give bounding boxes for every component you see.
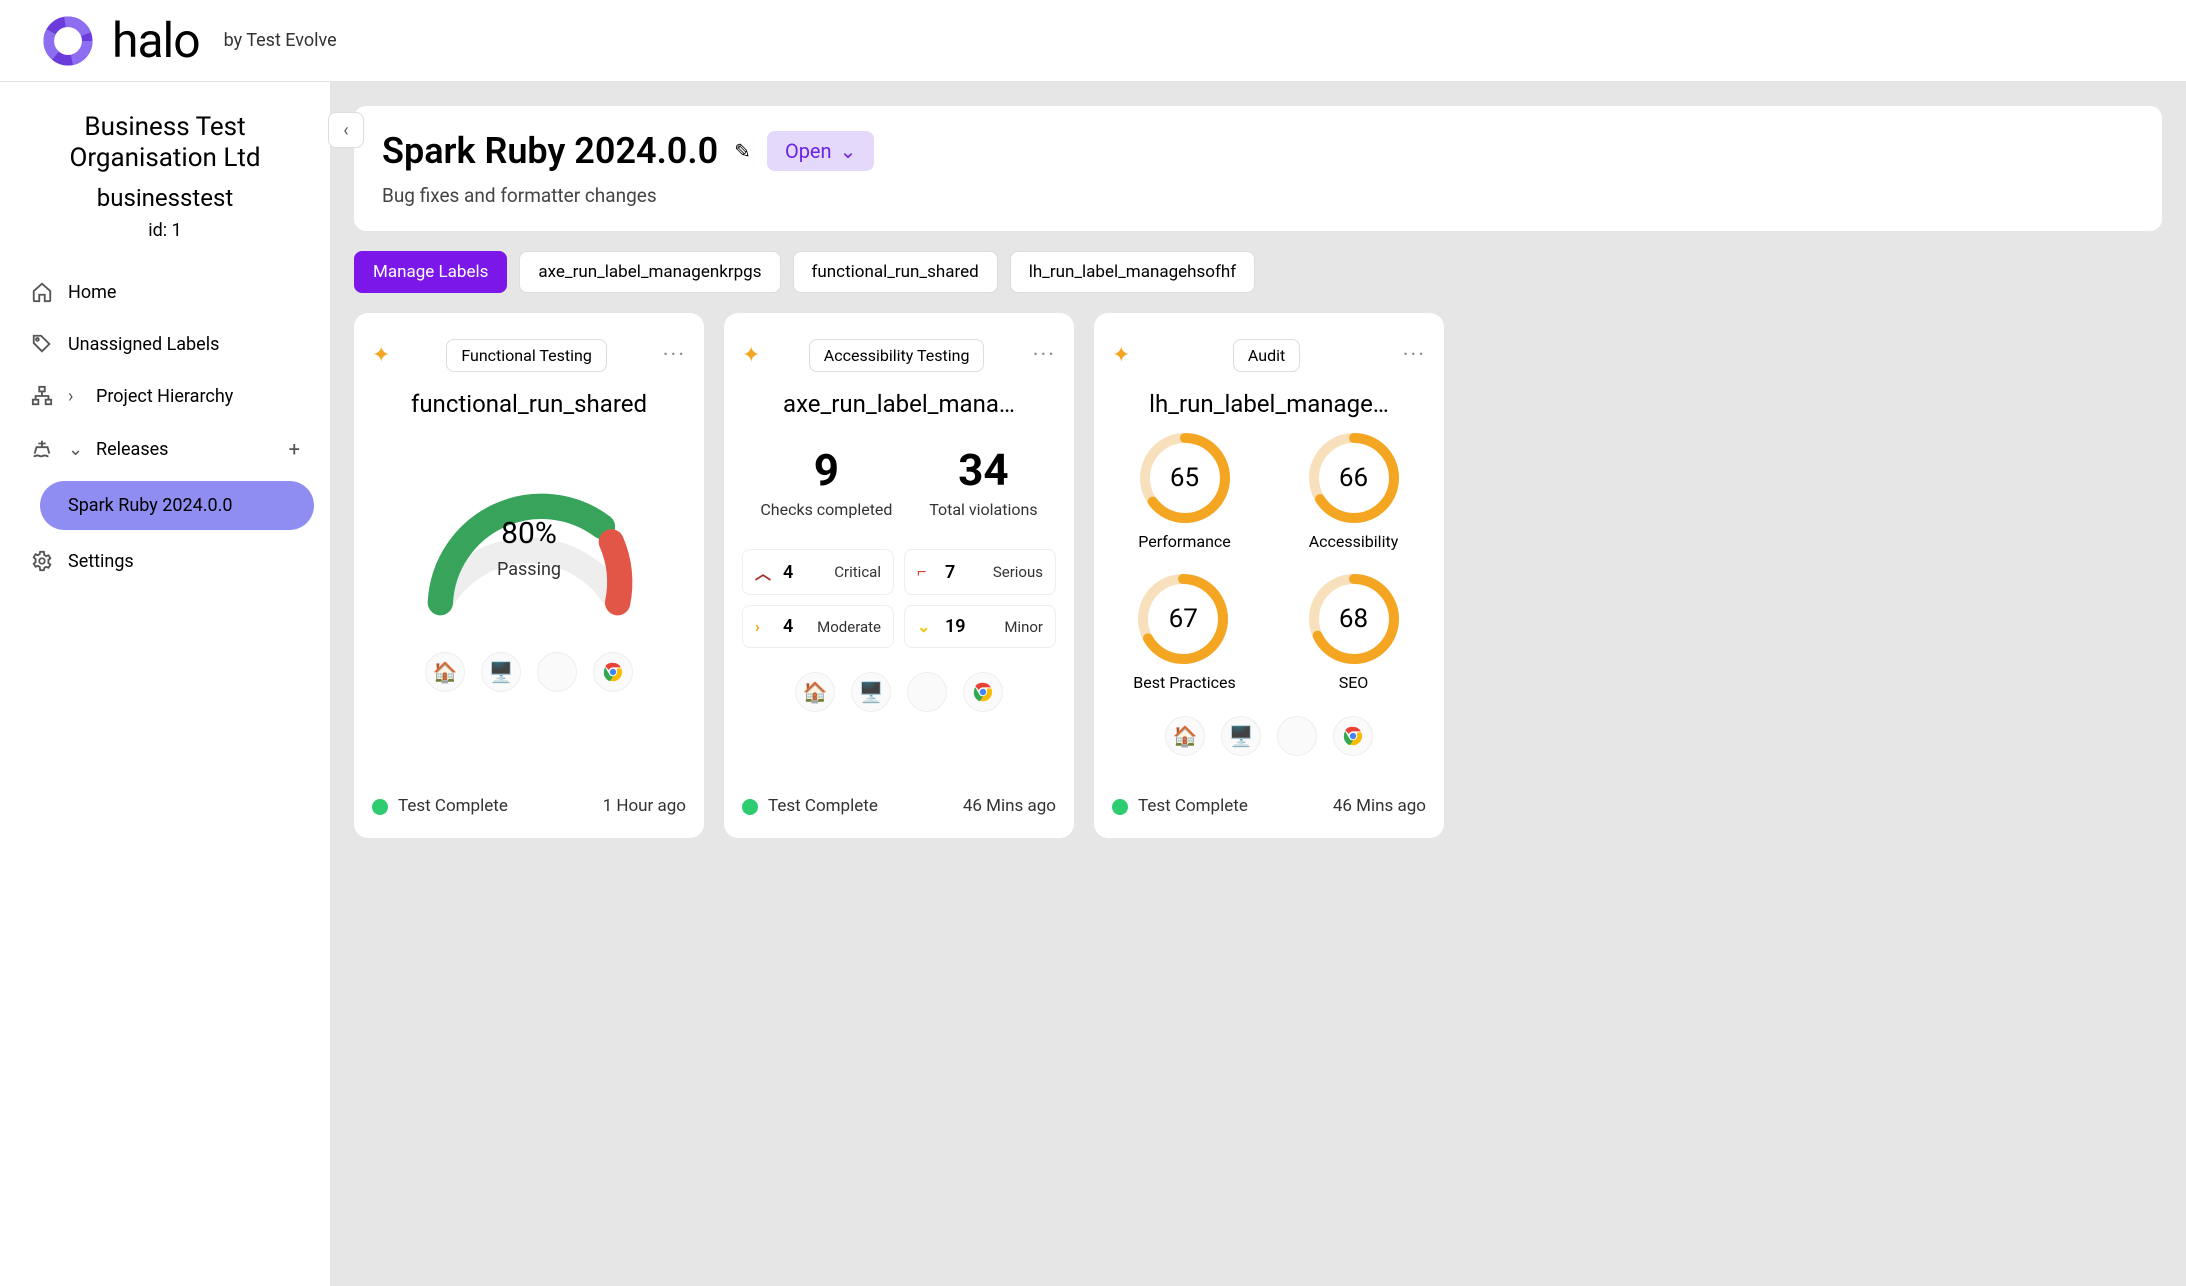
edit-icon[interactable]: ✎ [734, 139, 751, 163]
org-slug: businesstest [16, 184, 314, 212]
nav-unassigned[interactable]: Unassigned Labels [16, 323, 314, 365]
sev-moderate: › 4 Moderate [742, 605, 894, 648]
card-audit[interactable]: ✦ Audit ··· lh_run_label_manage… 65 Perf… [1094, 313, 1444, 838]
chevron-right-icon: › [68, 386, 82, 407]
add-release-button[interactable]: + [289, 437, 300, 461]
logo-wordmark: halo [112, 12, 200, 69]
device-row: 🏠 🖥️ [1112, 716, 1426, 756]
brand-byline: by Test Evolve [224, 30, 337, 51]
sparkle-icon: ✦ [1112, 343, 1130, 368]
sidebar: Business Test Organisation Ltd businesst… [0, 82, 330, 1286]
stat-violations: 34 Total violations [929, 444, 1037, 519]
chrome-icon [963, 672, 1003, 712]
nav-settings[interactable]: Settings [16, 540, 314, 582]
sev-critical: ︿ 4 Critical [742, 549, 894, 595]
label-chip-bar: Manage Labels axe_run_label_managenkrpgs… [354, 251, 2162, 293]
pass-gauge: 80% Passing [399, 438, 659, 628]
device-row: 🏠 🖥️ [372, 652, 686, 692]
card-timeago: 46 Mins ago [963, 796, 1056, 816]
card-status: Test Complete [742, 796, 878, 816]
nav-hierarchy[interactable]: › Project Hierarchy [16, 375, 314, 417]
logo-ring-icon [40, 13, 96, 69]
card-menu-button[interactable]: ··· [663, 343, 686, 368]
status-dropdown[interactable]: Open ⌄ [767, 131, 874, 171]
card-functional[interactable]: ✦ Functional Testing ··· functional_run_… [354, 313, 704, 838]
ship-icon [30, 438, 54, 460]
chrome-icon [1333, 716, 1373, 756]
apple-icon [1277, 716, 1317, 756]
card-type: Functional Testing [446, 339, 607, 372]
sev-serious: ⌐ 7 Serious [904, 549, 1056, 595]
topbar: halo by Test Evolve [0, 0, 2186, 82]
nav-settings-label: Settings [68, 551, 134, 572]
ring-accessibility: 66 Accessibility [1304, 428, 1404, 551]
chrome-icon [593, 652, 633, 692]
sev-minor: ⌄ 19 Minor [904, 605, 1056, 648]
title-card: Spark Ruby 2024.0.0 ✎ Open ⌄ Bug fixes a… [354, 106, 2162, 231]
card-type: Accessibility Testing [809, 339, 985, 372]
label-chip[interactable]: axe_run_label_managenkrpgs [519, 251, 780, 293]
card-title: axe_run_label_mana… [742, 390, 1056, 418]
sev-minor-icon: ⌄ [917, 617, 935, 636]
stat-checks: 9 Checks completed [760, 444, 892, 519]
card-menu-button[interactable]: ··· [1033, 343, 1056, 368]
status-dot-icon [742, 799, 758, 815]
house-icon: 🏠 [795, 672, 835, 712]
gauge-percent: 80% [497, 516, 561, 551]
card-timeago: 1 Hour ago [603, 796, 686, 816]
ring-performance: 65 Performance [1135, 428, 1235, 551]
status-dot-icon [372, 799, 388, 815]
gear-icon [30, 550, 54, 572]
page-title: Spark Ruby 2024.0.0 [382, 130, 718, 172]
apple-icon [537, 652, 577, 692]
ring-seo: 68 SEO [1304, 569, 1404, 692]
label-chip[interactable]: functional_run_shared [793, 251, 998, 293]
card-title: lh_run_label_manage… [1112, 390, 1426, 418]
monitor-icon: 🖥️ [1221, 716, 1261, 756]
main-area: ‹ Spark Ruby 2024.0.0 ✎ Open ⌄ Bug fixes… [330, 82, 2186, 1286]
nav-releases[interactable]: ⌄ Releases + [16, 427, 314, 471]
sparkle-icon: ✦ [372, 343, 390, 368]
home-icon [30, 281, 54, 303]
org-name: Business Test Organisation Ltd [16, 112, 314, 174]
house-icon: 🏠 [1165, 716, 1205, 756]
nav-unassigned-label: Unassigned Labels [68, 334, 219, 355]
page-subtitle: Bug fixes and formatter changes [382, 184, 2134, 207]
sev-moderate-icon: › [755, 617, 773, 636]
tag-icon [30, 333, 54, 355]
card-status: Test Complete [1112, 796, 1248, 816]
chevron-down-icon: ⌄ [840, 139, 857, 163]
gauge-label: Passing [497, 559, 561, 580]
manage-labels-button[interactable]: Manage Labels [354, 251, 507, 293]
status-dot-icon [1112, 799, 1128, 815]
ring-best-practices: 67 Best Practices [1133, 569, 1235, 692]
nav-release-active[interactable]: Spark Ruby 2024.0.0 [40, 481, 314, 530]
label-chip[interactable]: lh_run_label_managehsofhf [1010, 251, 1255, 293]
nav-hierarchy-label: Project Hierarchy [96, 386, 233, 407]
chevron-down-icon: ⌄ [68, 439, 82, 460]
nav-release-active-label: Spark Ruby 2024.0.0 [40, 481, 314, 530]
card-title: functional_run_shared [372, 390, 686, 418]
org-block: Business Test Organisation Ltd businesst… [16, 112, 314, 241]
card-type: Audit [1233, 339, 1300, 372]
nav-home-label: Home [68, 282, 116, 303]
org-id: id: 1 [16, 220, 314, 241]
status-label: Open [785, 139, 832, 163]
card-menu-button[interactable]: ··· [1403, 343, 1426, 368]
collapse-sidebar-button[interactable]: ‹ [328, 112, 364, 148]
monitor-icon: 🖥️ [481, 652, 521, 692]
sev-critical-icon: ︿ [755, 560, 773, 584]
nav-home[interactable]: Home [16, 271, 314, 313]
sev-serious-icon: ⌐ [917, 562, 935, 582]
nav-releases-label: Releases [96, 439, 168, 460]
card-accessibility[interactable]: ✦ Accessibility Testing ··· axe_run_labe… [724, 313, 1074, 838]
apple-icon [907, 672, 947, 712]
device-row: 🏠 🖥️ [742, 672, 1056, 712]
card-timeago: 46 Mins ago [1333, 796, 1426, 816]
card-status: Test Complete [372, 796, 508, 816]
monitor-icon: 🖥️ [851, 672, 891, 712]
hierarchy-icon [30, 385, 54, 407]
house-icon: 🏠 [425, 652, 465, 692]
sparkle-icon: ✦ [742, 343, 760, 368]
